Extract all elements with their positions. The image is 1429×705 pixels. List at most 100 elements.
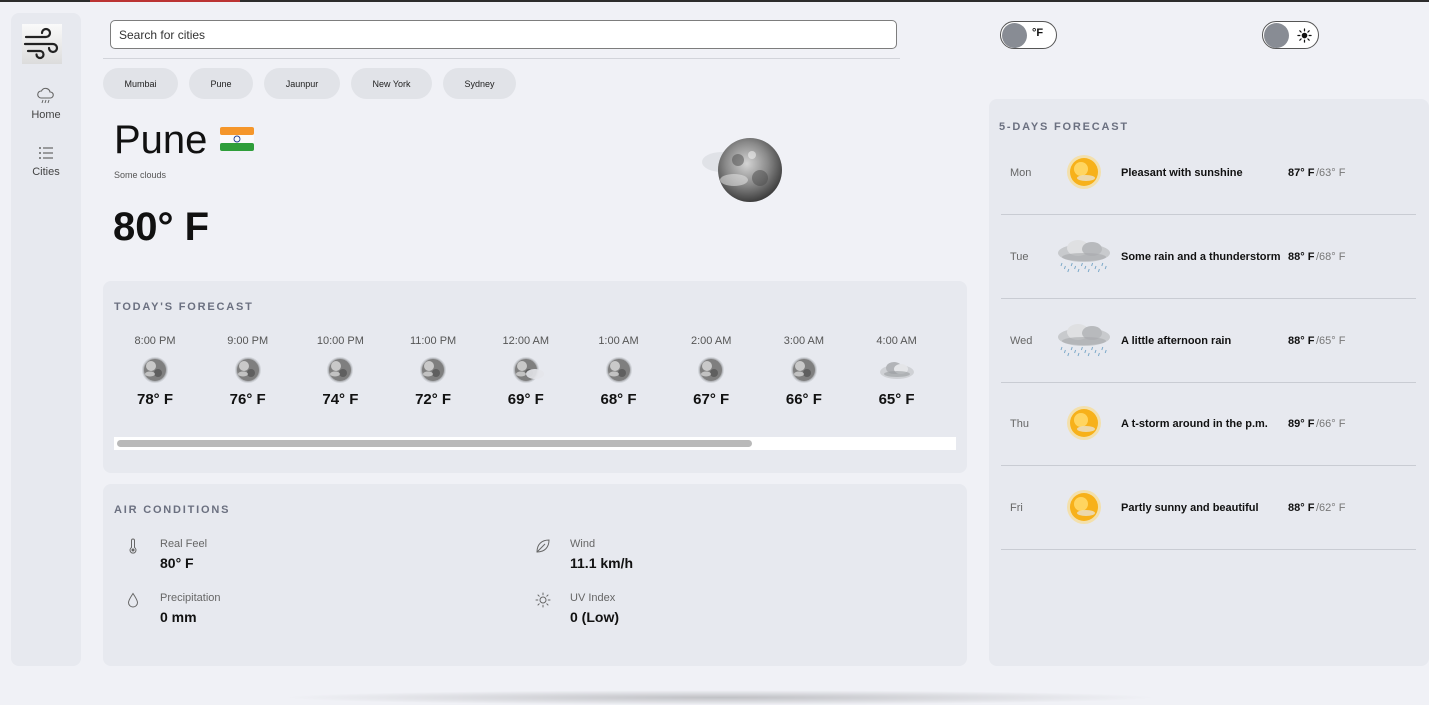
rain-cloud-icon xyxy=(1056,319,1112,361)
metric-label: Real Feel xyxy=(160,538,208,550)
sidebar-item-label: Cities xyxy=(32,166,60,178)
window-shadow xyxy=(280,690,1160,705)
scrollbar-thumb[interactable] xyxy=(117,440,753,447)
unit-label: °F xyxy=(1032,27,1044,39)
horizontal-scrollbar[interactable] xyxy=(114,437,956,450)
hour-time: 9:00 PM xyxy=(227,335,269,347)
hour-temperature: 74° F xyxy=(322,391,359,408)
search-input[interactable] xyxy=(110,20,897,49)
section-title: TODAY'S FORECAST xyxy=(114,301,254,313)
sun-icon xyxy=(1056,486,1112,528)
hour-time: 12:00 AM xyxy=(502,335,550,347)
moon-icon xyxy=(322,355,358,385)
sidebar-item-label: Home xyxy=(31,109,61,121)
forecast-day-row: Tue Some rain and a thunderstorm 88° F /… xyxy=(1001,215,1416,299)
hourly-forecast-item: 12:00 AM 69° F xyxy=(491,335,561,408)
hourly-forecast-item: 10:00 PM 74° F xyxy=(305,335,375,408)
unit-toggle[interactable]: °F xyxy=(1000,21,1057,49)
hour-time: 4:00 AM xyxy=(876,335,917,347)
hour-temperature: 72° F xyxy=(415,391,452,408)
forecast-day: Tue xyxy=(1010,250,1029,263)
forecast-day: Thu xyxy=(1010,418,1029,431)
forecast-description: Partly sunny and beautiful xyxy=(1121,502,1259,515)
sun-icon xyxy=(1297,28,1312,43)
forecast-low: /65° F xyxy=(1316,334,1346,347)
five-day-forecast-panel: 5-DAYS FORECAST Mon Pleasant with sunshi… xyxy=(989,99,1429,666)
hour-temperature: 68° F xyxy=(600,391,637,408)
forecast-description: A t-storm around in the p.m. xyxy=(1121,418,1268,431)
forecast-description: A little afternoon rain xyxy=(1121,334,1232,347)
hour-time: 10:00 PM xyxy=(316,335,364,347)
hour-time: 1:00 AM xyxy=(598,335,639,347)
hour-time: 3:00 AM xyxy=(783,335,825,347)
forecast-high: 88° F xyxy=(1288,250,1315,263)
metric-value: 0 (Low) xyxy=(570,609,619,625)
toggle-knob xyxy=(1002,23,1027,48)
toggle-knob xyxy=(1264,23,1289,48)
moon-icon xyxy=(230,355,266,385)
hourly-forecast-item: 11:00 PM 72° F xyxy=(398,335,468,408)
forecast-day-row: Wed A little afternoon rain 88° F /65° F xyxy=(1001,299,1416,383)
forecast-description: Some rain and a thunderstorm xyxy=(1121,250,1281,263)
moon-cloud-icon xyxy=(508,355,544,385)
cloud-icon xyxy=(879,355,915,385)
city-chip-pune[interactable]: Pune xyxy=(189,68,253,99)
metric-label: UV Index xyxy=(570,592,616,604)
city-chip-mumbai[interactable]: Mumbai xyxy=(103,68,178,99)
moon-icon xyxy=(415,355,451,385)
forecast-day: Mon xyxy=(1010,167,1032,179)
forecast-low: /63° F xyxy=(1316,167,1346,179)
metric-value: 80° F xyxy=(160,555,194,571)
forecast-low: /66° F xyxy=(1316,418,1346,431)
hourly-forecast-item: 4:00 AM 65° F xyxy=(862,335,932,408)
theme-toggle[interactable] xyxy=(1262,21,1319,49)
forecast-day: Wed xyxy=(1010,334,1033,347)
hour-time: 2:00 AM xyxy=(691,335,732,347)
hourly-forecast-item: 9:00 PM 76° F xyxy=(213,335,283,408)
hour-temperature: 76° F xyxy=(229,391,266,408)
moon-icon xyxy=(601,355,637,385)
forecast-day-row: Mon Pleasant with sunshine 87° F /63° F xyxy=(1001,131,1416,215)
sidebar-item-cities[interactable]: Cities xyxy=(11,143,81,178)
window-top-border xyxy=(0,0,1429,2)
city-chip-new-york[interactable]: New York xyxy=(351,68,432,99)
cloudy-moon-icon xyxy=(702,138,782,202)
forecast-low: /68° F xyxy=(1316,250,1346,263)
hour-temperature: 67° F xyxy=(693,391,730,408)
india-flag-icon xyxy=(220,127,254,151)
metric-value: 11.1 km/h xyxy=(570,555,634,571)
sidebar-item-home[interactable]: Home xyxy=(11,86,81,121)
cloud-rain-icon xyxy=(37,87,54,104)
rain-cloud-icon xyxy=(1056,235,1112,277)
sun-icon xyxy=(1056,402,1112,444)
forecast-high: 88° F xyxy=(1288,334,1315,347)
current-temperature: 80° F xyxy=(113,205,210,249)
list-icon xyxy=(39,147,53,159)
hour-temperature: 69° F xyxy=(507,391,544,408)
city-chip-sydney[interactable]: Sydney xyxy=(443,68,516,99)
forecast-day-row: Fri Partly sunny and beautiful 88° F /62… xyxy=(1001,466,1416,551)
wind-icon[interactable] xyxy=(22,24,62,64)
sidebar: Home Cities xyxy=(11,13,81,666)
divider xyxy=(103,58,900,59)
hour-temperature: 66° F xyxy=(785,391,822,408)
hour-time: 8:00 PM xyxy=(134,335,176,347)
hourly-forecast-item: 1:00 AM 68° F xyxy=(584,335,654,408)
city-chip-jaunpur[interactable]: Jaunpur xyxy=(264,68,340,99)
thermometer-icon xyxy=(129,538,137,554)
weather-description: Some clouds xyxy=(114,170,167,180)
sun-icon xyxy=(535,592,551,608)
air-conditions-panel: AIR CONDITIONS Real Feel 80° F Wind 11.1… xyxy=(103,484,967,666)
forecast-description: Pleasant with sunshine xyxy=(1121,167,1243,179)
leaf-icon xyxy=(536,539,550,553)
hour-temperature: 78° F xyxy=(136,391,173,408)
forecast-high: 88° F xyxy=(1288,502,1315,515)
forecast-low: /62° F xyxy=(1316,502,1346,515)
hour-time: 11:00 PM xyxy=(409,335,457,347)
metric-label: Wind xyxy=(570,538,596,550)
forecast-day-row: Thu A t-storm around in the p.m. 89° F /… xyxy=(1001,382,1416,467)
city-name: Pune xyxy=(114,118,208,162)
forecast-day: Fri xyxy=(1010,502,1023,515)
moon-icon xyxy=(786,355,822,385)
section-title: AIR CONDITIONS xyxy=(114,504,231,516)
